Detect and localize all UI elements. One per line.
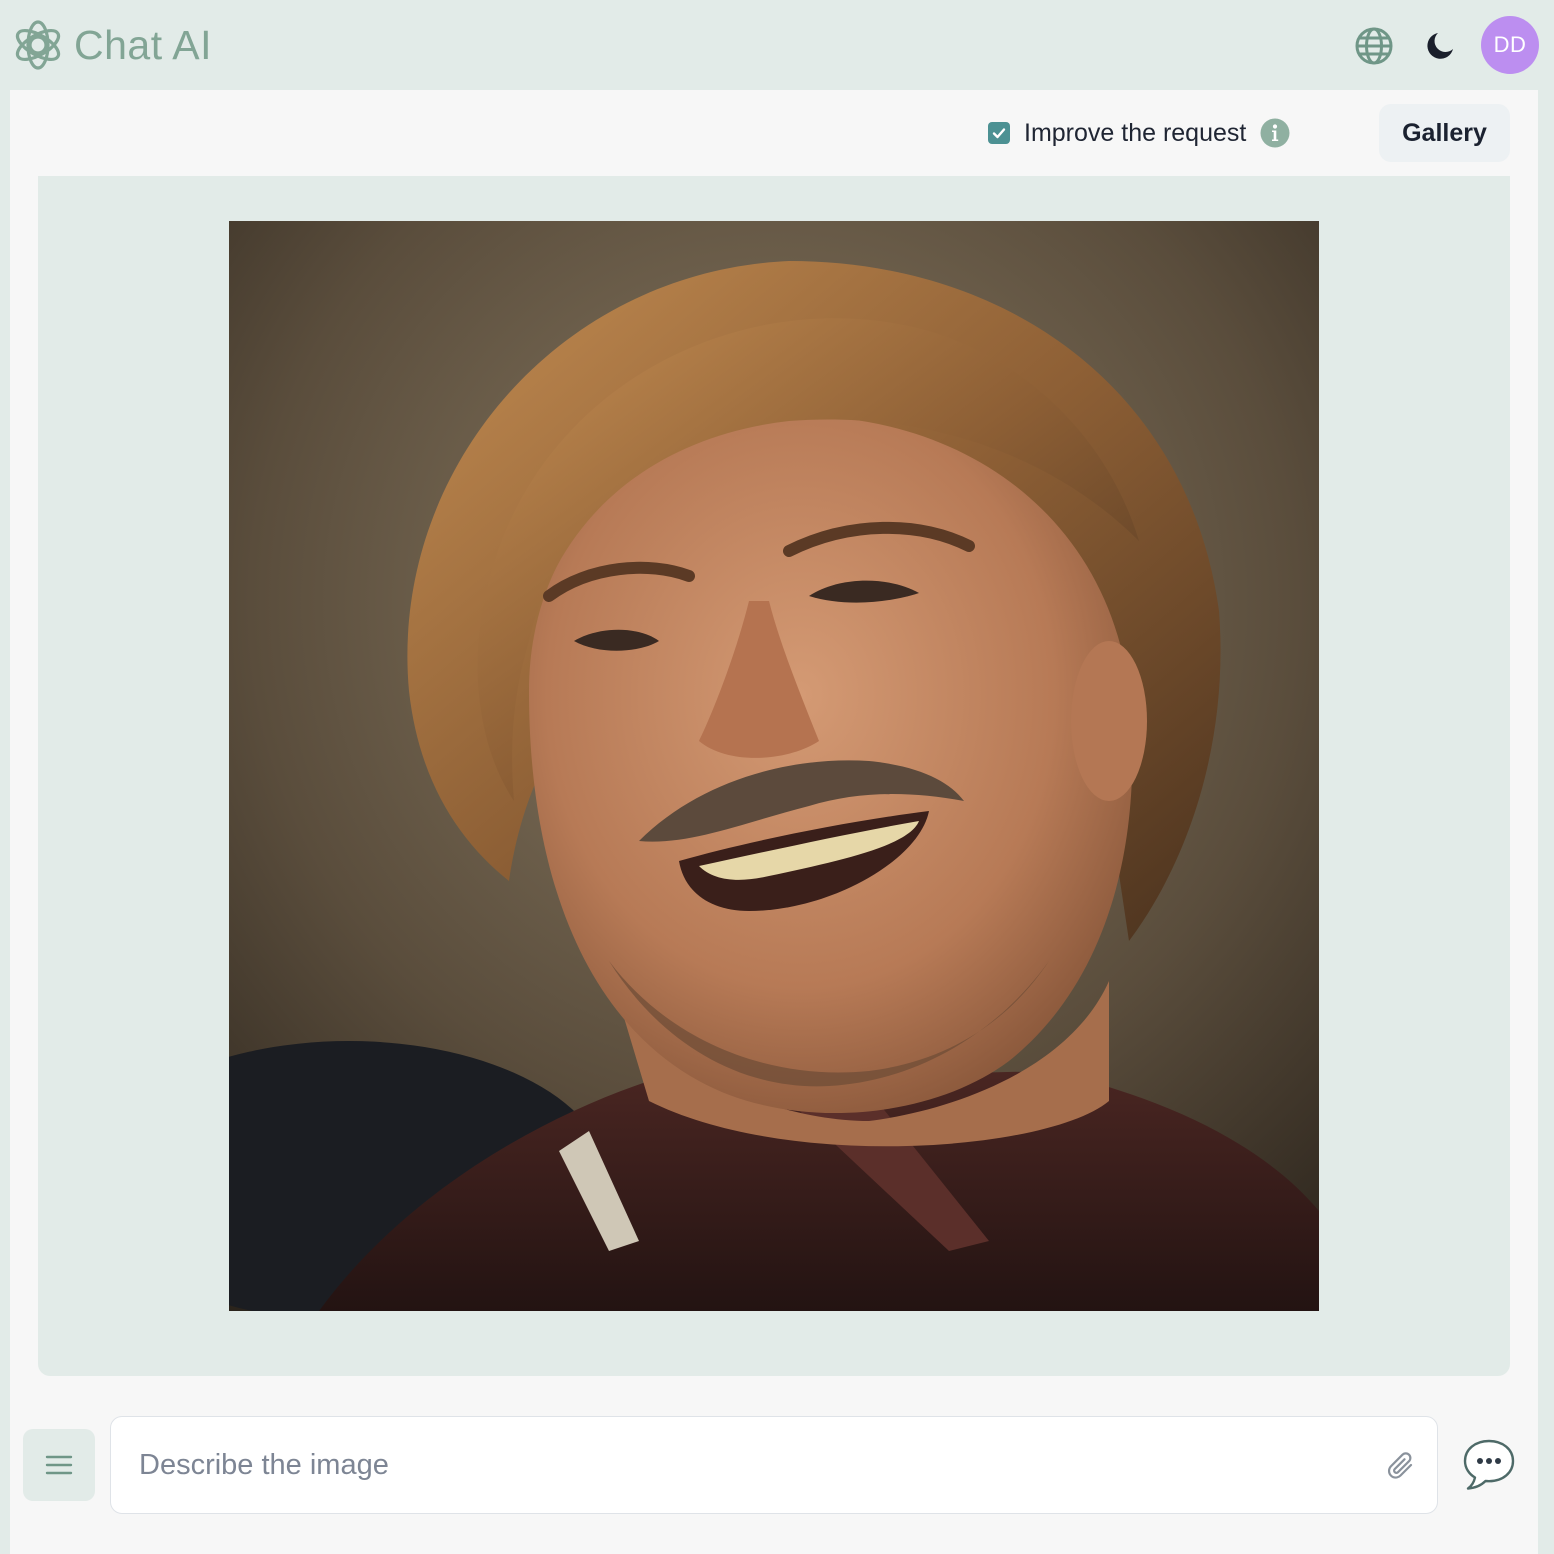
- user-avatar[interactable]: DD: [1481, 16, 1539, 74]
- app-title: Chat AI: [74, 22, 212, 68]
- hamburger-menu-icon: [45, 1455, 73, 1475]
- checkmark-icon: [992, 128, 1006, 139]
- prompt-input[interactable]: [139, 1439, 1359, 1491]
- info-icon[interactable]: [1260, 118, 1290, 148]
- generated-image-card: [38, 176, 1510, 1376]
- globe-icon: [1355, 27, 1393, 65]
- attach-button[interactable]: [1385, 1450, 1419, 1484]
- moon-icon: [1427, 33, 1453, 59]
- chat-bubble-icon: [1463, 1439, 1515, 1490]
- main-panel: Improve the request Gallery: [10, 90, 1538, 1554]
- logo-icon: [15, 20, 61, 70]
- menu-button[interactable]: [23, 1429, 95, 1501]
- avatar-initials: DD: [1493, 32, 1527, 57]
- generated-portrait-image[interactable]: [229, 221, 1319, 1311]
- top-bar: Chat AI DD: [0, 0, 1554, 90]
- paperclip-icon: [1387, 1452, 1413, 1479]
- gallery-button-label: Gallery: [1402, 118, 1487, 147]
- improve-request-toggle[interactable]: Improve the request: [988, 118, 1290, 148]
- language-button[interactable]: [1352, 24, 1396, 68]
- theme-toggle-button[interactable]: [1418, 24, 1462, 68]
- brand[interactable]: Chat AI: [10, 17, 212, 73]
- chat-mode-button[interactable]: [1460, 1436, 1518, 1494]
- gallery-button[interactable]: Gallery: [1379, 104, 1510, 162]
- improve-request-checkbox[interactable]: [988, 122, 1010, 144]
- prompt-composer: [110, 1416, 1438, 1514]
- improve-request-label: Improve the request: [1024, 118, 1247, 147]
